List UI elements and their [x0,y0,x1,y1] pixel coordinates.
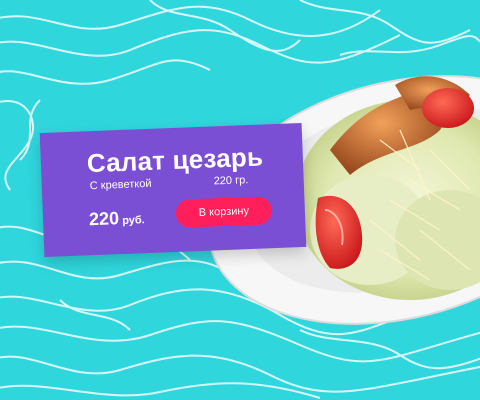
add-to-cart-button[interactable]: В корзину [175,196,273,228]
product-weight: 220 гр. [213,174,249,188]
product-card: Салат цезарь С креветкой 220 гр. 220 руб.… [39,123,307,257]
product-price: 220 руб. [89,207,145,230]
price-currency: руб. [121,214,145,227]
product-description: С креветкой [89,177,152,193]
price-value: 220 [88,208,120,230]
